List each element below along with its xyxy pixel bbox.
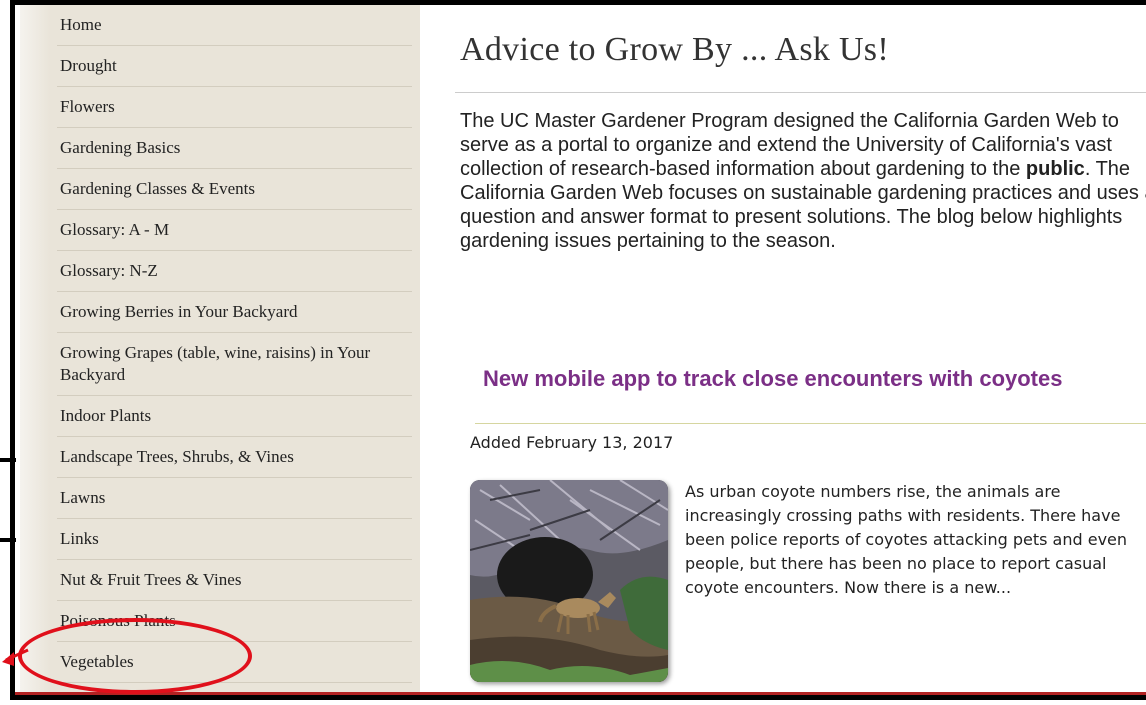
coyote-thumbnail-image[interactable]	[470, 480, 668, 682]
main-content: Advice to Grow By ... Ask Us! The UC Mas…	[455, 5, 1146, 695]
post-divider	[475, 423, 1146, 424]
title-divider	[455, 92, 1146, 93]
intro-bold-word: public	[1025, 158, 1085, 180]
sidebar-item-landscape-trees[interactable]: Landscape Trees, Shrubs, & Vines	[57, 437, 412, 478]
sidebar-item-glossary-a-m[interactable]: Glossary: A - M	[57, 210, 412, 251]
annotation-arrow-icon	[2, 648, 29, 666]
frame-bottom-border	[15, 692, 1146, 695]
sidebar-item-glossary-n-z[interactable]: Glossary: N-Z	[57, 251, 412, 292]
annotation-bracket-bottom	[0, 538, 16, 542]
browser-viewport-frame: Home Drought Flowers Gardening Basics Ga…	[10, 0, 1146, 700]
sidebar-item-home[interactable]: Home	[57, 5, 412, 46]
page-title: Advice to Grow By ... Ask Us!	[460, 31, 889, 68]
sidebar-item-drought[interactable]: Drought	[57, 46, 412, 87]
annotation-highlight-circle	[18, 618, 252, 694]
sidebar-item-nut-fruit-trees[interactable]: Nut & Fruit Trees & Vines	[57, 560, 412, 601]
intro-paragraph: The UC Master Gardener Program designed …	[460, 109, 1146, 253]
sidebar-item-indoor-plants[interactable]: Indoor Plants	[57, 396, 412, 437]
sidebar-shade	[20, 5, 50, 695]
sidebar-list: Home Drought Flowers Gardening Basics Ga…	[57, 5, 412, 695]
sidebar-item-lawns[interactable]: Lawns	[57, 478, 412, 519]
sidebar-item-growing-grapes[interactable]: Growing Grapes (table, wine, raisins) in…	[57, 333, 412, 396]
intro-text-start: The UC Master Gardener Program designed …	[460, 110, 1119, 180]
coyote-photo-illustration	[470, 480, 668, 682]
sidebar-item-links[interactable]: Links	[57, 519, 412, 560]
annotation-bracket-top	[0, 458, 16, 462]
post-date: Added February 13, 2017	[470, 433, 674, 452]
sidebar-nav: Home Drought Flowers Gardening Basics Ga…	[20, 5, 420, 695]
sidebar-item-gardening-basics[interactable]: Gardening Basics	[57, 128, 412, 169]
sidebar-item-growing-berries[interactable]: Growing Berries in Your Backyard	[57, 292, 412, 333]
sidebar-item-gardening-classes-events[interactable]: Gardening Classes & Events	[57, 169, 412, 210]
sidebar-item-flowers[interactable]: Flowers	[57, 87, 412, 128]
post-excerpt: As urban coyote numbers rise, the animal…	[685, 482, 1128, 597]
blog-post-title-link[interactable]: New mobile app to track close encounters…	[483, 366, 1123, 391]
